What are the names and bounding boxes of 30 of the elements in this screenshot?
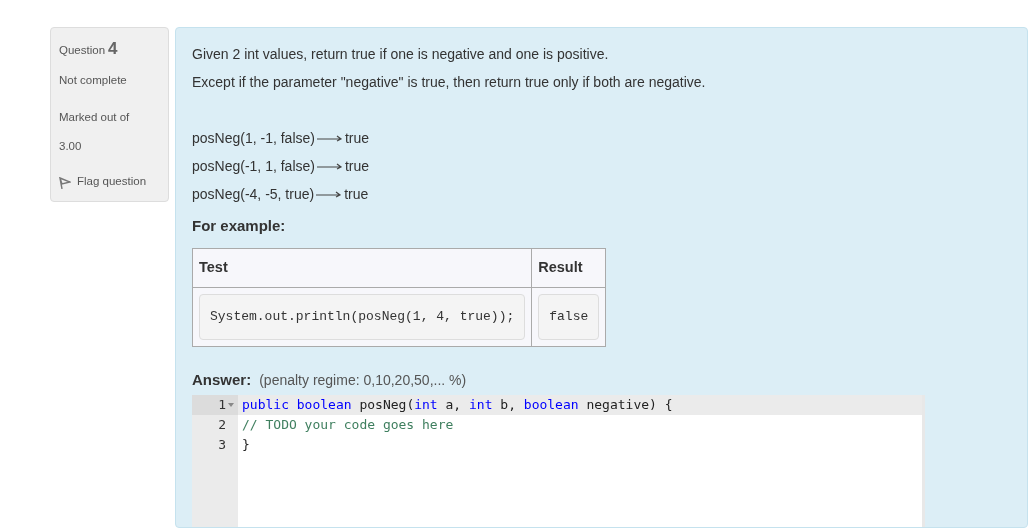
arrow-icon xyxy=(316,134,343,142)
code-cell: System.out.println(posNeg(1, 4, true)); xyxy=(199,294,526,340)
column-header: Result xyxy=(531,248,606,288)
line-number: 3 xyxy=(218,436,226,455)
line-number: 2 xyxy=(218,416,226,435)
code-editor[interactable]: 1 2 3 public boolean posNeg(int a, int b, boolean negative) { // TODO your code goes here } xyxy=(192,395,925,527)
example-call: posNeg(-1, 1, false) xyxy=(192,156,315,176)
question-text: Except if the parameter "negative" is true, then return true only if both are negative. xyxy=(192,73,707,92)
code-line: // TODO your code goes here xyxy=(241,416,455,434)
answer-label: Answer: xyxy=(192,369,252,390)
arrow-icon xyxy=(316,190,343,198)
example-result: true xyxy=(344,156,370,176)
mark-value: 3.00 xyxy=(59,139,83,154)
question-text: Given 2 int values, return true if one is negative and one is positive. xyxy=(192,45,610,64)
penalty-regime: (penalty regime: 0,10,20,50,... %) xyxy=(259,370,467,390)
line-number: 1 xyxy=(218,396,226,415)
example-result: true xyxy=(344,184,369,204)
code-cell: false xyxy=(538,294,600,340)
for-example-heading: For example: xyxy=(192,216,287,236)
question-number: Question 4 xyxy=(59,38,119,60)
question-status: Not complete xyxy=(59,72,128,88)
flag-question-button[interactable]: Flag question xyxy=(59,173,160,191)
code-line: } xyxy=(241,436,251,454)
fold-caret-icon[interactable] xyxy=(227,401,235,409)
arrow-icon xyxy=(316,162,343,170)
marked-out-of: Marked out of xyxy=(59,109,131,125)
example-call: posNeg(-4, -5, true) xyxy=(192,184,315,204)
example-call: posNeg(1, -1, false) xyxy=(192,128,315,148)
example-result: true xyxy=(344,128,370,148)
column-header: Test xyxy=(192,248,532,288)
